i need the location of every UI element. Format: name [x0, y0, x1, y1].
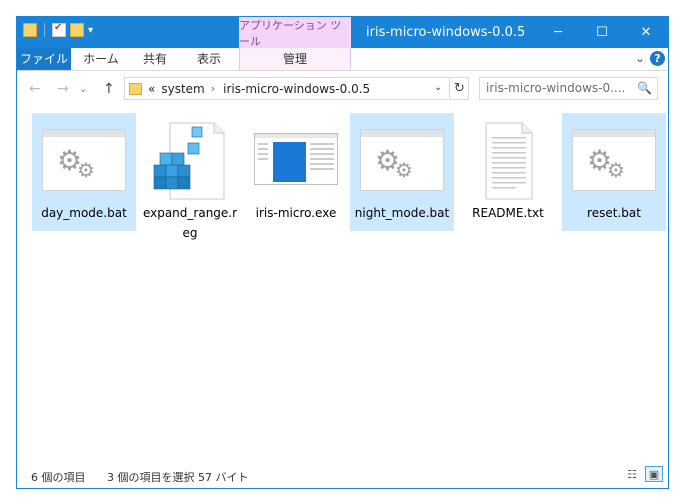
- ribbon-tab-bar: ファイル ホーム 共有 表示 管理 ⌄ ?: [17, 48, 668, 71]
- batch-file-icon: ⚙ ⚙: [572, 121, 656, 193]
- registry-file-icon: [148, 121, 232, 200]
- window-title: iris-micro-windows-0.0.5: [366, 25, 526, 40]
- application-icon: [254, 121, 338, 193]
- address-bar[interactable]: « system › iris-micro-windows-0.0.5: [124, 77, 450, 100]
- file-item-expand-range[interactable]: expand_range.reg: [138, 113, 242, 240]
- tab-share[interactable]: 共有: [129, 48, 181, 70]
- forward-arrow-icon[interactable]: →: [57, 81, 69, 97]
- breadcrumb-overflow[interactable]: «: [148, 82, 155, 96]
- close-button[interactable]: ✕: [624, 17, 668, 48]
- properties-icon[interactable]: [52, 22, 66, 37]
- file-name: day_mode.bat: [41, 206, 127, 220]
- file-name: expand_range.reg: [142, 206, 238, 240]
- folder-icon[interactable]: [23, 23, 37, 37]
- breadcrumb-system[interactable]: system: [161, 82, 204, 96]
- text-file-icon: [466, 121, 550, 200]
- tab-home[interactable]: ホーム: [75, 48, 127, 70]
- breadcrumb-current-folder[interactable]: iris-micro-windows-0.0.5: [223, 82, 370, 96]
- new-folder-icon[interactable]: [70, 23, 84, 37]
- expand-ribbon-icon[interactable]: ⌄: [635, 51, 645, 65]
- batch-file-icon: ⚙ ⚙: [360, 121, 444, 193]
- details-view-icon[interactable]: ☷: [623, 466, 641, 482]
- explorer-window: ▾ アプリケーション ツール iris-micro-windows-0.0.5 …: [16, 16, 669, 489]
- status-bar: 6 個の項目 3 個の項目を選択 57 バイト ☷ ▣: [17, 459, 668, 488]
- file-name: night_mode.bat: [354, 206, 450, 220]
- quick-access-toolbar: ▾: [23, 22, 93, 37]
- refresh-button[interactable]: ↻: [451, 77, 469, 100]
- item-count: 6 個の項目: [31, 471, 86, 484]
- file-item-reset[interactable]: ⚙ ⚙ reset.bat: [562, 113, 666, 231]
- tab-view[interactable]: 表示: [183, 48, 235, 70]
- divider: [44, 23, 45, 37]
- search-box[interactable]: 🔍: [479, 77, 658, 100]
- customize-toolbar-icon[interactable]: ▾: [88, 25, 93, 36]
- help-icon[interactable]: ?: [650, 51, 665, 66]
- address-history-icon[interactable]: ⌄: [434, 82, 442, 93]
- file-item-readme[interactable]: README.txt: [456, 113, 560, 231]
- application-tools-tab-header: アプリケーション ツール: [239, 17, 351, 48]
- tab-file[interactable]: ファイル: [17, 48, 71, 70]
- tab-manage[interactable]: 管理: [239, 48, 351, 70]
- maximize-button[interactable]: ☐: [580, 17, 624, 48]
- file-list[interactable]: ⚙ ⚙ day_mode.bat expand_range.reg iris-m…: [17, 107, 668, 459]
- search-input[interactable]: [486, 81, 634, 95]
- folder-icon: [129, 82, 142, 95]
- file-item-day-mode[interactable]: ⚙ ⚙ day_mode.bat: [32, 113, 136, 231]
- selection-info: 3 個の項目を選択 57 バイト: [107, 471, 249, 484]
- back-arrow-icon[interactable]: ←: [29, 81, 41, 97]
- file-name: iris-micro.exe: [255, 206, 337, 220]
- up-arrow-icon[interactable]: ↑: [103, 81, 115, 97]
- recent-locations-icon[interactable]: ⌄: [79, 84, 87, 95]
- minimize-button[interactable]: ─: [536, 17, 580, 48]
- search-icon[interactable]: 🔍: [637, 81, 652, 95]
- large-icons-view-icon[interactable]: ▣: [645, 466, 663, 482]
- file-item-iris-micro[interactable]: iris-micro.exe: [244, 113, 348, 231]
- file-name: reset.bat: [587, 206, 641, 220]
- file-item-night-mode[interactable]: ⚙ ⚙ night_mode.bat: [350, 113, 454, 231]
- title-bar[interactable]: ▾ アプリケーション ツール iris-micro-windows-0.0.5 …: [17, 17, 668, 48]
- breadcrumb-chevron-icon[interactable]: ›: [211, 82, 215, 95]
- navigation-bar: ← → ⌄ ↑ « system › iris-micro-windows-0.…: [17, 71, 668, 107]
- batch-file-icon: ⚙ ⚙: [42, 121, 126, 193]
- file-name: README.txt: [472, 206, 544, 220]
